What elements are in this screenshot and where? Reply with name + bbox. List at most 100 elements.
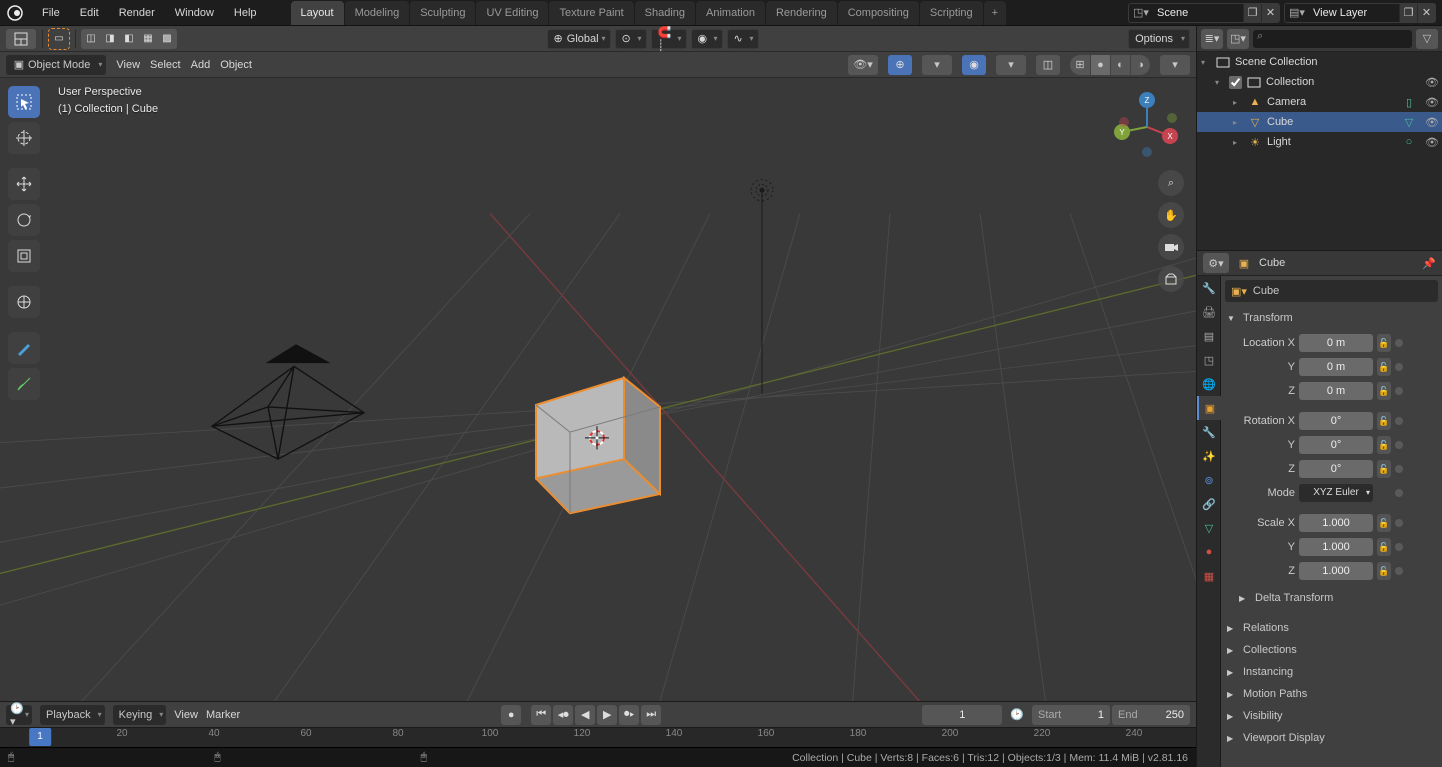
jump-end[interactable]: ⏭ <box>641 705 661 725</box>
selmode-4[interactable]: ▦ <box>138 29 158 49</box>
rotation-mode-dropdown[interactable]: XYZ Euler <box>1299 484 1373 502</box>
shading-rendered[interactable]: ◑ <box>1130 55 1150 75</box>
3d-viewport[interactable]: User Perspective (1) Collection | Cube X… <box>0 78 1196 701</box>
selmode-1[interactable]: ◫ <box>81 29 101 49</box>
navigation-gizmo[interactable]: X Y Z <box>1110 90 1184 164</box>
menu-help[interactable]: Help <box>224 2 267 24</box>
scale-x[interactable]: 1.000 <box>1299 514 1373 532</box>
anim-loc-y[interactable] <box>1395 363 1403 371</box>
mode-selector[interactable]: ▣ Object Mode <box>6 55 106 75</box>
scene-new[interactable]: ❐ <box>1243 4 1261 22</box>
tool-rotate[interactable] <box>8 204 40 236</box>
tab-world[interactable]: 🌐 <box>1197 372 1221 396</box>
tab-modifiers[interactable]: 🔧 <box>1197 420 1221 444</box>
scene-selector[interactable]: ◳▾ Scene ❐✕ <box>1128 3 1280 23</box>
object-name-field[interactable]: ▣▾ Cube <box>1225 280 1438 302</box>
outliner-item-cube[interactable]: ▸ ▽ Cube ▽ 👁 <box>1197 112 1442 132</box>
tool-cursor[interactable] <box>8 122 40 154</box>
panel-transform-header[interactable]: ▼Transform <box>1225 308 1438 328</box>
tool-move[interactable] <box>8 168 40 200</box>
outliner-display-dropdown[interactable]: ◳▾ <box>1227 29 1249 49</box>
location-y[interactable]: 0 m <box>1299 358 1373 376</box>
frame-menu-icon[interactable]: 🕑 <box>1010 708 1024 721</box>
lock-loc-x[interactable]: 🔓 <box>1377 334 1391 352</box>
anim-rot-x[interactable] <box>1395 417 1403 425</box>
rotation-z[interactable]: 0° <box>1299 460 1373 478</box>
tab-compositing[interactable]: Compositing <box>838 1 919 25</box>
autokey-toggle[interactable]: ● <box>501 705 521 725</box>
timeline-editor-dropdown[interactable]: 🕑▾ <box>6 705 32 725</box>
outliner-item-camera[interactable]: ▸ ▲ Camera ▯ 👁 <box>1197 92 1442 112</box>
panel-viewport-display[interactable]: ▶Viewport Display <box>1225 728 1438 748</box>
shading-solid[interactable]: ● <box>1090 55 1110 75</box>
lock-scale-y[interactable]: 🔓 <box>1377 538 1391 556</box>
tool-select-box[interactable] <box>8 86 40 118</box>
tab-animation[interactable]: Animation <box>696 1 765 25</box>
camera-view-icon[interactable] <box>1158 234 1184 260</box>
visibility-toggle[interactable]: 👁 <box>1422 136 1442 149</box>
select-tool-icon[interactable]: ▭ <box>49 29 69 49</box>
panel-instancing[interactable]: ▶Instancing <box>1225 662 1438 682</box>
tool-measure[interactable] <box>8 368 40 400</box>
tab-output[interactable]: 🖨 <box>1197 300 1221 324</box>
outliner[interactable]: ▾ Scene Collection ▾ Collection 👁 ▸ ▲ Ca… <box>1197 52 1442 250</box>
playhead[interactable]: 1 <box>29 728 51 746</box>
current-frame[interactable]: 1 <box>922 705 1002 725</box>
viewlayer-delete[interactable]: ✕ <box>1417 4 1435 22</box>
anim-rot-y[interactable] <box>1395 441 1403 449</box>
timeline-playback-dropdown[interactable]: Playback <box>40 705 105 725</box>
menu-edit[interactable]: Edit <box>70 2 109 24</box>
scene-name[interactable]: Scene <box>1153 5 1243 21</box>
menu-render[interactable]: Render <box>109 2 165 24</box>
scene-delete[interactable]: ✕ <box>1261 4 1279 22</box>
tab-object[interactable]: ▣ <box>1197 396 1221 420</box>
props-editor-dropdown[interactable]: ⚙▾ <box>1203 253 1229 273</box>
timeline-marker-menu[interactable]: Marker <box>206 709 240 721</box>
collection-checkbox[interactable] <box>1229 76 1242 89</box>
panel-motion-paths[interactable]: ▶Motion Paths <box>1225 684 1438 704</box>
visibility-toggle[interactable]: 👁 <box>1422 76 1442 89</box>
lock-rot-x[interactable]: 🔓 <box>1377 412 1391 430</box>
tab-uv-editing[interactable]: UV Editing <box>476 1 548 25</box>
outliner-editor-dropdown[interactable]: ≣▾ <box>1201 29 1223 49</box>
jump-start[interactable]: ⏮ <box>531 705 551 725</box>
object-name[interactable]: Cube <box>1253 285 1279 297</box>
panel-relations[interactable]: ▶Relations <box>1225 618 1438 638</box>
tab-scene[interactable]: ◳ <box>1197 348 1221 372</box>
tab-particles[interactable]: ✨ <box>1197 444 1221 468</box>
viewport-menu-select[interactable]: Select <box>150 59 181 71</box>
anim-mode[interactable] <box>1395 489 1403 497</box>
gizmo-dropdown[interactable]: ▾ <box>922 55 952 75</box>
pan-icon[interactable]: ✋ <box>1158 202 1184 228</box>
xray-toggle[interactable]: ◫ <box>1036 55 1060 75</box>
menu-file[interactable]: File <box>32 2 70 24</box>
lock-loc-y[interactable]: 🔓 <box>1377 358 1391 376</box>
frame-start[interactable]: Start1 <box>1032 705 1110 725</box>
lock-rot-y[interactable]: 🔓 <box>1377 436 1391 454</box>
panel-collections[interactable]: ▶Collections <box>1225 640 1438 660</box>
lock-loc-z[interactable]: 🔓 <box>1377 382 1391 400</box>
pivot-dropdown[interactable]: ⊙ <box>615 29 647 49</box>
anim-loc-x[interactable] <box>1395 339 1403 347</box>
lock-scale-z[interactable]: 🔓 <box>1377 562 1391 580</box>
anim-loc-z[interactable] <box>1395 387 1403 395</box>
play[interactable]: ▶ <box>597 705 617 725</box>
outliner-item-light[interactable]: ▸ ☀ Light ○ 👁 <box>1197 132 1442 152</box>
visibility-toggle[interactable]: 👁 <box>1422 116 1442 129</box>
panel-delta-transform[interactable]: ▶Delta Transform <box>1229 588 1434 608</box>
outliner-scene-collection[interactable]: ▾ Scene Collection <box>1197 52 1442 72</box>
timeline-view-menu[interactable]: View <box>174 709 198 721</box>
zoom-icon[interactable]: ⌕ <box>1158 170 1184 196</box>
anim-scale-y[interactable] <box>1395 543 1403 551</box>
tab-texture[interactable]: ▦ <box>1197 564 1221 588</box>
viewport-menu-add[interactable]: Add <box>191 59 211 71</box>
keyframe-next[interactable]: ⏺▸ <box>619 705 639 725</box>
shading-wireframe[interactable]: ⊞ <box>1070 55 1090 75</box>
panel-visibility[interactable]: ▶Visibility <box>1225 706 1438 726</box>
overlay-toggle[interactable]: ◉ <box>962 55 986 75</box>
shading-lookdev[interactable]: ◐ <box>1110 55 1130 75</box>
location-z[interactable]: 0 m <box>1299 382 1373 400</box>
anim-rot-z[interactable] <box>1395 465 1403 473</box>
selmode-5[interactable]: ▩ <box>157 29 177 49</box>
tool-transform[interactable] <box>8 286 40 318</box>
